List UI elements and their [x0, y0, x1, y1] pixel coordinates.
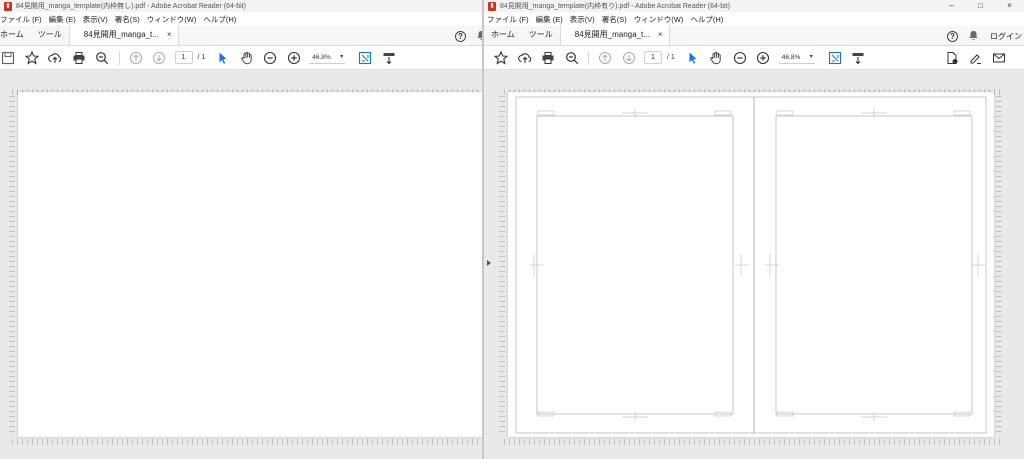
- upload-icon[interactable]: [517, 50, 533, 66]
- page-total: / 1: [667, 54, 675, 61]
- upload-icon[interactable]: [47, 50, 63, 66]
- export-pdf-icon[interactable]: [944, 50, 960, 66]
- scroll-mode-icon[interactable]: [850, 50, 866, 66]
- pdf-page[interactable]: [508, 92, 994, 437]
- select-cursor-icon[interactable]: [685, 50, 701, 66]
- tab-document[interactable]: 84見開用_manga_t... ×: [68, 25, 179, 45]
- document-canvas[interactable]: [0, 70, 482, 459]
- menu-bar: ファイル (F) 編集 (E) 表示(V) 署名(S) ウィンドウ(W) ヘルプ…: [484, 12, 1024, 26]
- menu-file[interactable]: ファイル (F): [487, 14, 529, 25]
- select-cursor-icon[interactable]: [215, 50, 231, 66]
- tab-home[interactable]: ホーム: [484, 25, 522, 45]
- toolbar-divider: [588, 50, 589, 65]
- menu-help[interactable]: ヘルプ(H): [690, 14, 723, 25]
- close-tab-icon[interactable]: ×: [167, 25, 172, 45]
- help-icon[interactable]: ?: [455, 30, 466, 42]
- zoom-level-value: 46.8%: [781, 54, 801, 61]
- star-icon[interactable]: [493, 50, 509, 66]
- tab-tools[interactable]: ツール: [522, 25, 560, 45]
- menu-edit[interactable]: 編集 (E): [49, 14, 76, 25]
- star-icon[interactable]: [24, 50, 40, 66]
- plus-circle-icon[interactable]: [286, 50, 302, 66]
- toolbar: 1 / 1 46.8% ▾: [484, 46, 1024, 70]
- menu-view[interactable]: 表示(V): [570, 14, 595, 25]
- arrow-down-icon[interactable]: [151, 50, 167, 66]
- menu-file[interactable]: ファイル (F): [0, 14, 42, 25]
- toolbar: 1 / 1 46.8% ▾: [0, 46, 482, 70]
- right-reader-window: ▮ 84見開用_manga_template(内枠有り).pdf - Adobe…: [484, 0, 1024, 459]
- scroll-mode-icon[interactable]: [381, 50, 397, 66]
- menu-window[interactable]: ウィンドウ(W): [634, 14, 684, 25]
- manga-template-guides: [515, 96, 987, 434]
- minus-circle-icon[interactable]: [732, 50, 748, 66]
- pdf-page[interactable]: [18, 92, 482, 437]
- menu-sign[interactable]: 署名(S): [602, 14, 627, 25]
- hand-icon[interactable]: [708, 50, 724, 66]
- page-number-input[interactable]: 1: [174, 51, 193, 64]
- right-ruler: [996, 96, 1002, 436]
- menu-help[interactable]: ヘルプ(H): [203, 14, 236, 25]
- bell-icon[interactable]: [968, 30, 979, 43]
- chevron-down-icon: ▾: [340, 54, 344, 60]
- tab-tools[interactable]: ツール: [31, 25, 69, 45]
- zoom-level-select[interactable]: 46.8% ▾: [778, 51, 815, 64]
- maximize-icon[interactable]: □: [966, 0, 995, 12]
- help-icon[interactable]: ?: [947, 30, 958, 42]
- fit-page-icon[interactable]: [357, 50, 373, 66]
- print-icon[interactable]: [71, 50, 87, 66]
- save-icon[interactable]: [0, 50, 16, 66]
- login-button[interactable]: ログイン: [990, 31, 1022, 42]
- tab-document[interactable]: 84見開用_manga_t... ×: [559, 25, 670, 45]
- chevron-down-icon: ▾: [809, 54, 813, 60]
- mail-icon[interactable]: [991, 50, 1007, 66]
- title-bar: ▮ 84見開用_manga_template(内枠無し).pdf - Adobe…: [0, 0, 482, 12]
- close-tab-icon[interactable]: ×: [658, 25, 663, 45]
- hand-icon[interactable]: [239, 50, 255, 66]
- menu-sign[interactable]: 署名(S): [115, 14, 140, 25]
- tab-bar: ホーム ツール 84見開用_manga_t... × ?: [0, 25, 482, 46]
- tab-document-label: 84見開用_manga_t...: [574, 30, 650, 39]
- window-title: 84見開用_manga_template(内枠有り).pdf - Adobe A…: [500, 3, 730, 10]
- tab-home[interactable]: ホーム: [0, 25, 31, 45]
- tab-bar: ホーム ツール 84見開用_manga_t... × ? ログイン: [484, 25, 1024, 46]
- menu-edit[interactable]: 編集 (E): [536, 14, 563, 25]
- title-bar: ▮ 84見開用_manga_template(内枠有り).pdf - Adobe…: [484, 0, 1024, 12]
- pdf-file-icon: ▮: [488, 1, 496, 11]
- menu-view[interactable]: 表示(V): [83, 14, 108, 25]
- bottom-ruler: [504, 439, 1004, 445]
- zoom-level-select[interactable]: 46.8% ▾: [309, 51, 346, 64]
- left-ruler: [499, 96, 505, 436]
- zoom-out-search-icon[interactable]: [564, 50, 580, 66]
- zoom-level-value: 46.8%: [312, 54, 331, 61]
- page-total: / 1: [197, 54, 206, 61]
- arrow-down-icon[interactable]: [621, 50, 637, 66]
- menu-bar: ファイル (F) 編集 (E) 表示(V) 署名(S) ウィンドウ(W) ヘルプ…: [0, 12, 482, 26]
- left-ruler: [9, 96, 15, 436]
- arrow-up-icon[interactable]: [128, 50, 144, 66]
- bottom-ruler: [12, 439, 478, 445]
- minimize-icon[interactable]: –: [937, 0, 966, 12]
- close-window-icon[interactable]: ×: [995, 0, 1024, 12]
- left-reader-window: ▮ 84見開用_manga_template(内枠無し).pdf - Adobe…: [0, 0, 482, 459]
- expand-panel-icon[interactable]: [487, 260, 491, 266]
- fit-page-icon[interactable]: [827, 50, 843, 66]
- toolbar-divider: [118, 50, 120, 65]
- plus-circle-icon[interactable]: [755, 50, 771, 66]
- menu-window[interactable]: ウィンドウ(W): [147, 14, 197, 25]
- page-number-input[interactable]: 1: [644, 51, 662, 64]
- minus-circle-icon[interactable]: [262, 50, 278, 66]
- sign-icon[interactable]: [968, 50, 984, 66]
- arrow-up-icon[interactable]: [597, 50, 613, 66]
- tab-document-label: 84見開用_manga_t...: [83, 30, 159, 39]
- window-title: 84見開用_manga_template(内枠無し).pdf - Adobe A…: [16, 3, 246, 10]
- pdf-file-icon: ▮: [4, 1, 12, 11]
- print-icon[interactable]: [540, 50, 556, 66]
- document-canvas[interactable]: [484, 70, 1024, 459]
- zoom-out-search-icon[interactable]: [94, 50, 110, 66]
